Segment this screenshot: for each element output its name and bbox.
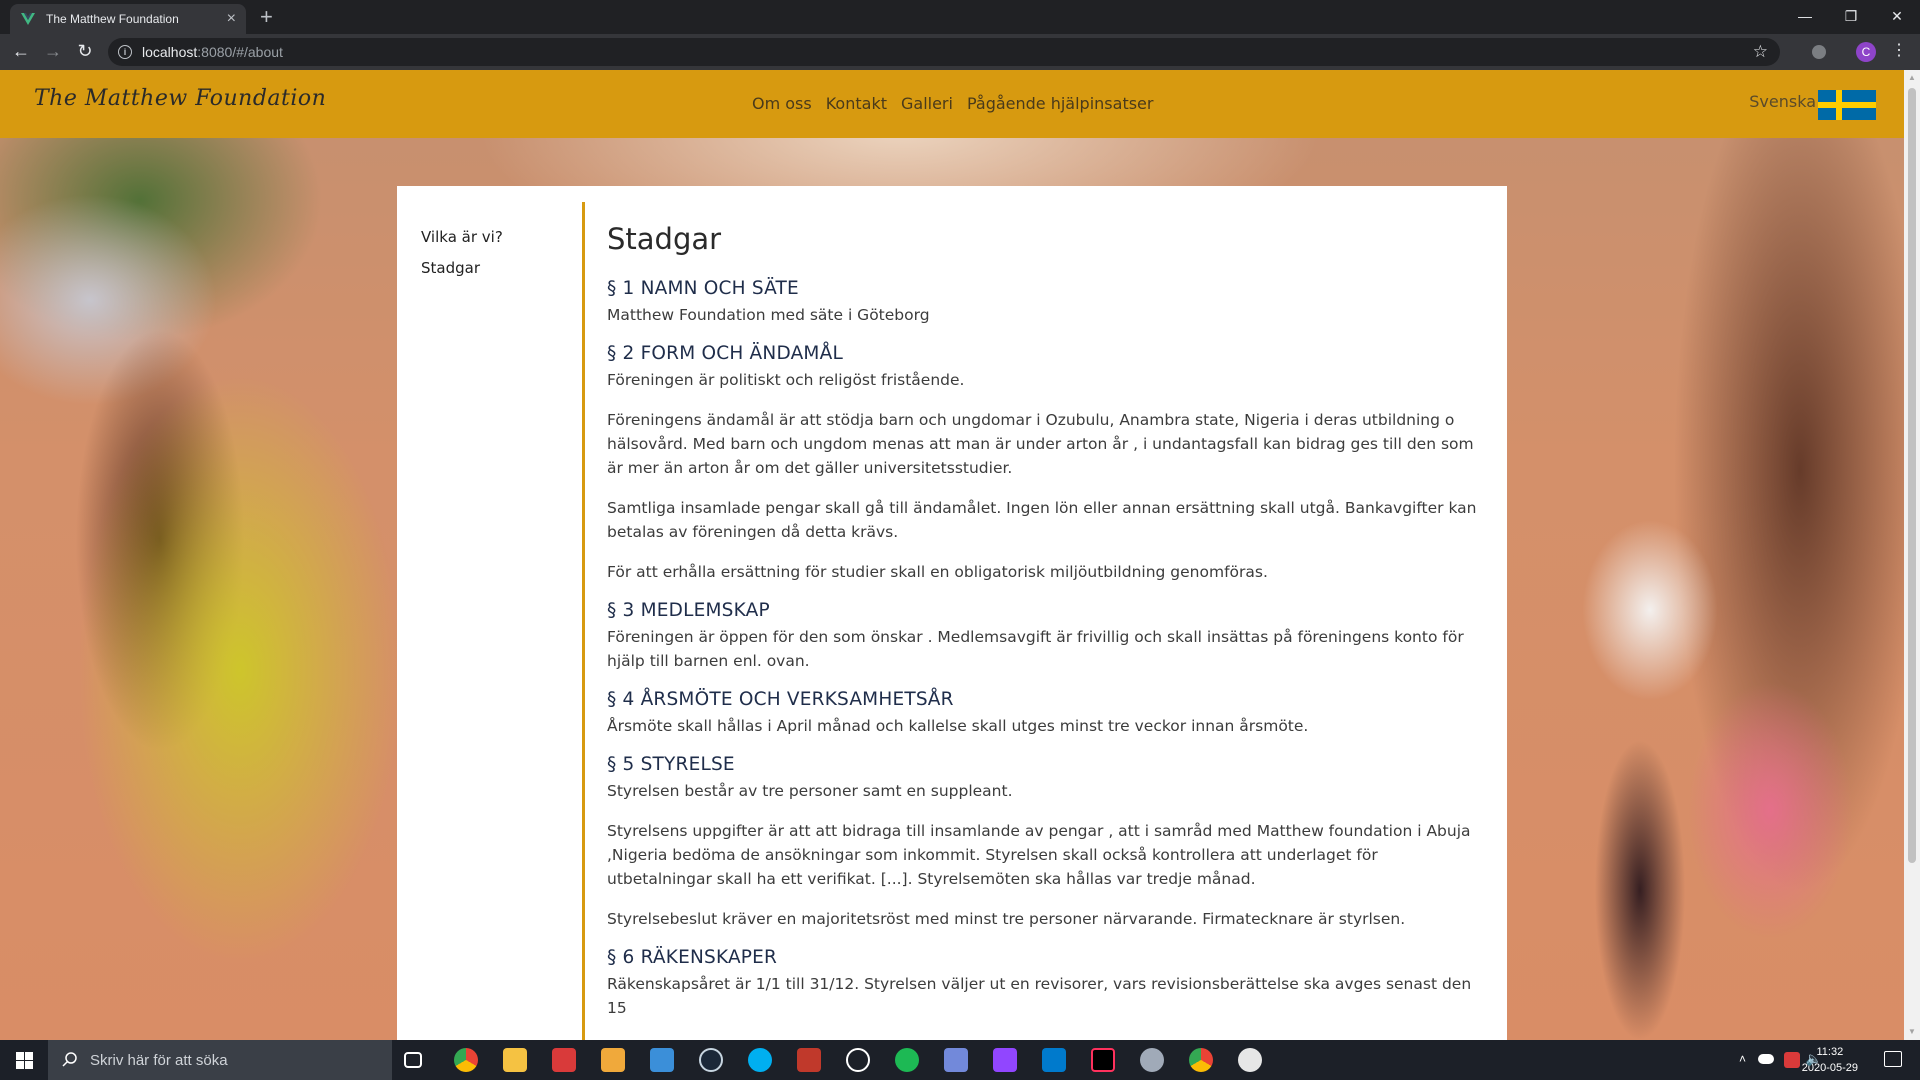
browser-tab[interactable]: The Matthew Foundation ×	[10, 4, 246, 34]
reload-icon[interactable]: ↻	[74, 41, 96, 61]
minimize-button[interactable]: —	[1782, 0, 1828, 32]
spotify-icon[interactable]	[895, 1048, 919, 1072]
nav-item-galleri[interactable]: Galleri	[901, 94, 953, 113]
restore-button[interactable]: ❐	[1828, 0, 1874, 32]
main-nav: Om oss Kontakt Galleri Pågående hjälpins…	[752, 94, 1153, 113]
windows-start-icon[interactable]	[0, 1040, 48, 1080]
section-paragraph: Föreningen är politiskt och religöst fri…	[607, 371, 965, 389]
windows-taskbar: Skriv här för att söka 11:32 2020-05-29 …	[0, 1040, 1920, 1080]
task-view-icon[interactable]	[404, 1052, 422, 1068]
accent-divider	[582, 202, 585, 1040]
scrollbar-thumb[interactable]	[1908, 88, 1916, 863]
language-label[interactable]: Svenska	[1749, 92, 1816, 111]
nav-item-hjalpinsatser[interactable]: Pågående hjälpinsatser	[967, 94, 1154, 113]
settings-app-icon[interactable]	[797, 1048, 821, 1072]
section-paragraph: Föreningen är öppen för den som önskar .…	[607, 628, 1464, 670]
url-path: :8080/#/about	[197, 44, 283, 60]
menu-dots-icon[interactable]: ⋮	[1888, 41, 1910, 61]
section-paragraph: Räkenskapsåret är 1/1 till 31/12. Styrel…	[607, 975, 1472, 1017]
back-arrow-icon[interactable]: ←	[10, 41, 32, 61]
site-header: The Matthew Foundation Om oss Kontakt Ga…	[0, 70, 1904, 138]
side-nav: Vilka är vi? Stadgar	[421, 228, 581, 290]
notification-center-icon[interactable]	[1884, 1051, 1902, 1067]
nav-item-kontakt[interactable]: Kontakt	[826, 94, 887, 113]
steam-icon[interactable]	[699, 1048, 723, 1072]
file-explorer-icon[interactable]	[503, 1048, 527, 1072]
section-paragraph: Styrelsens uppgifter är att att bidraga …	[607, 822, 1471, 888]
browser-toolbar: ← → ↻ i localhost :8080/#/about ☆ C ⋮	[0, 34, 1920, 70]
skype-icon[interactable]	[748, 1048, 772, 1072]
page-scrollbar[interactable]: ▲ ▼	[1904, 70, 1920, 1040]
vscode-icon[interactable]	[1042, 1048, 1066, 1072]
game-app-icon[interactable]	[1140, 1048, 1164, 1072]
tab-close-icon[interactable]: ×	[227, 11, 236, 27]
gift-icon[interactable]	[552, 1048, 576, 1072]
address-bar[interactable]: i localhost :8080/#/about ☆	[108, 38, 1780, 66]
nav-item-om-oss[interactable]: Om oss	[752, 94, 812, 113]
search-icon	[62, 1052, 77, 1067]
paint-icon[interactable]	[1238, 1048, 1262, 1072]
info-icon[interactable]: i	[118, 45, 132, 59]
new-tab-button[interactable]: +	[260, 6, 273, 28]
chrome-dev-icon[interactable]	[1189, 1048, 1213, 1072]
extension-icon[interactable]	[1812, 45, 1826, 59]
close-window-button[interactable]: ✕	[1874, 0, 1920, 32]
section-paragraph: Matthew Foundation med säte i Göteborg	[607, 306, 930, 324]
scroll-up-icon[interactable]: ▲	[1904, 70, 1920, 86]
taskbar-search[interactable]: Skriv här för att söka	[48, 1040, 392, 1080]
profile-avatar[interactable]: C	[1856, 42, 1876, 62]
mail-icon[interactable]	[650, 1048, 674, 1072]
discord-icon[interactable]	[944, 1048, 968, 1072]
content-card: Vilka är vi? Stadgar Stadgar § 1 NAMN OC…	[397, 186, 1507, 1040]
section-heading: § 3 MEDLEMSKAP	[607, 600, 770, 621]
site-brand[interactable]: The Matthew Foundation	[34, 86, 326, 111]
browser-tab-strip: The Matthew Foundation × + — ❐ ✕	[0, 0, 1920, 34]
bookmark-star-icon[interactable]: ☆	[1753, 42, 1768, 62]
tab-title: The Matthew Foundation	[46, 12, 179, 26]
intellij-icon[interactable]	[1091, 1048, 1115, 1072]
page-title: Stadgar	[607, 222, 722, 256]
article: Stadgar § 1 NAMN OCH SÄTE Matthew Founda…	[607, 222, 1487, 1036]
section-paragraph: Styrelsebeslut kräver en majoritetsröst …	[607, 910, 1406, 928]
section-heading: § 6 RÄKENSKAPER	[607, 947, 778, 968]
speedometer-icon[interactable]	[846, 1048, 870, 1072]
page-viewport: The Matthew Foundation Om oss Kontakt Ga…	[0, 70, 1904, 1040]
antivirus-icon[interactable]	[1784, 1052, 1800, 1068]
onedrive-icon[interactable]	[1758, 1054, 1774, 1064]
chrome-icon[interactable]	[454, 1048, 478, 1072]
section-paragraph: Föreningens ändamål är att stödja barn o…	[607, 411, 1474, 477]
section-paragraph: Årsmöte skall hållas i April månad och k…	[607, 717, 1309, 735]
section-paragraph: Samtliga insamlade pengar skall gå till …	[607, 499, 1477, 541]
forward-arrow-icon[interactable]: →	[42, 41, 64, 61]
volume-icon[interactable]: 🔈	[1806, 1051, 1822, 1067]
twitch-icon[interactable]	[993, 1048, 1017, 1072]
section-paragraph: För att erhålla ersättning för studier s…	[607, 563, 1268, 581]
url-host: localhost	[142, 44, 198, 60]
side-nav-item-vilka[interactable]: Vilka är vi?	[421, 228, 581, 246]
section-heading: § 1 NAMN OCH SÄTE	[607, 278, 799, 299]
taskbar-search-placeholder: Skriv här för att söka	[90, 1051, 228, 1069]
section-heading: § 4 ÅRSMÖTE OCH VERKSAMHETSÅR	[607, 689, 954, 710]
swedish-flag-icon[interactable]	[1818, 90, 1876, 120]
store-icon[interactable]	[601, 1048, 625, 1072]
section-heading: § 2 FORM OCH ÄNDAMÅL	[607, 343, 843, 364]
scroll-down-icon[interactable]: ▼	[1904, 1024, 1920, 1040]
tray-chevron-icon[interactable]: ˄	[1739, 1052, 1746, 1066]
vue-favicon-icon	[20, 11, 36, 27]
section-paragraph: Styrelsen består av tre personer samt en…	[607, 782, 1013, 800]
side-nav-item-stadgar[interactable]: Stadgar	[421, 259, 581, 277]
section-heading: § 5 STYRELSE	[607, 754, 735, 775]
